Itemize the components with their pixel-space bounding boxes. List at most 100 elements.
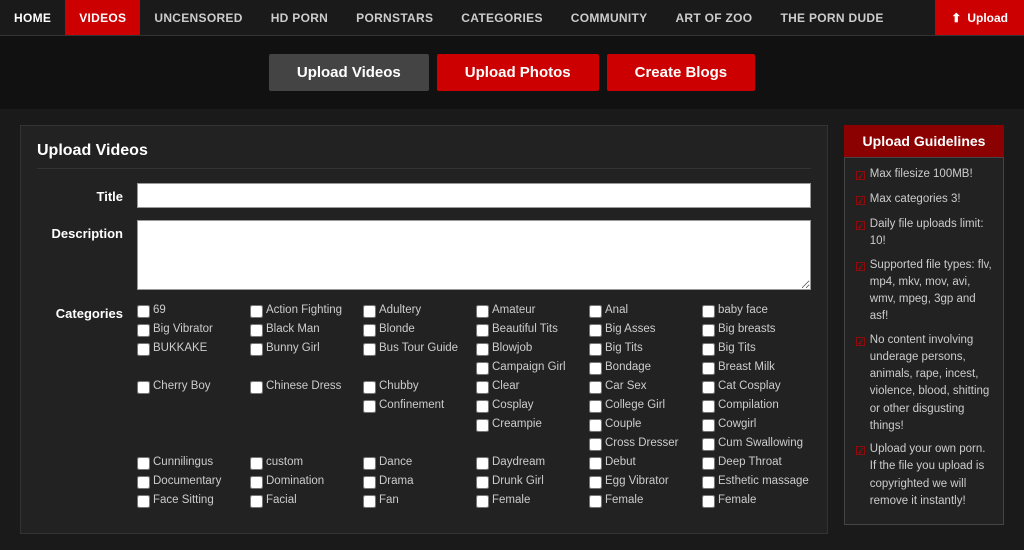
category-checkbox[interactable] <box>589 419 602 432</box>
category-checkbox[interactable] <box>589 381 602 394</box>
category-checkbox[interactable] <box>476 495 489 508</box>
guideline-text: Supported file types: flv, mp4, mkv, mov… <box>870 257 993 326</box>
category-checkbox[interactable] <box>137 457 150 470</box>
category-checkbox[interactable] <box>137 324 150 337</box>
category-item: Cosplay <box>476 397 585 414</box>
category-item: Facial <box>250 492 359 509</box>
category-label: Dance <box>379 455 412 470</box>
category-checkbox[interactable] <box>476 476 489 489</box>
category-checkbox[interactable] <box>702 324 715 337</box>
category-checkbox[interactable] <box>250 476 263 489</box>
title-input[interactable] <box>137 183 811 208</box>
tab-upload-photos[interactable]: Upload Photos <box>437 54 599 91</box>
category-checkbox[interactable] <box>137 476 150 489</box>
category-checkbox[interactable] <box>476 400 489 413</box>
category-checkbox[interactable] <box>589 343 602 356</box>
category-checkbox[interactable] <box>702 400 715 413</box>
category-checkbox[interactable] <box>589 400 602 413</box>
category-label: Amateur <box>492 303 535 318</box>
category-checkbox[interactable] <box>702 381 715 394</box>
category-label: Face Sitting <box>153 493 214 508</box>
category-checkbox[interactable] <box>363 457 376 470</box>
nav-home[interactable]: HOME <box>0 0 65 35</box>
category-checkbox[interactable] <box>702 476 715 489</box>
category-checkbox[interactable] <box>589 305 602 318</box>
category-checkbox[interactable] <box>589 457 602 470</box>
category-item: Beautiful Tits <box>476 321 585 338</box>
category-checkbox[interactable] <box>250 381 263 394</box>
category-checkbox[interactable] <box>363 381 376 394</box>
category-checkbox[interactable] <box>476 362 489 375</box>
category-item <box>250 416 359 433</box>
category-checkbox[interactable] <box>363 476 376 489</box>
category-checkbox[interactable] <box>137 495 150 508</box>
category-checkbox[interactable] <box>589 362 602 375</box>
nav-pornstars[interactable]: PORNSTARS <box>342 0 447 35</box>
category-checkbox[interactable] <box>702 362 715 375</box>
category-checkbox[interactable] <box>363 343 376 356</box>
category-item: Female <box>589 492 698 509</box>
category-checkbox[interactable] <box>702 419 715 432</box>
nav-videos[interactable]: VIDEOS <box>65 0 140 35</box>
category-checkbox[interactable] <box>702 305 715 318</box>
category-checkbox[interactable] <box>250 495 263 508</box>
category-label: Anal <box>605 303 628 318</box>
category-checkbox[interactable] <box>589 476 602 489</box>
nav-hdporn[interactable]: HD PORN <box>257 0 342 35</box>
category-label: Drunk Girl <box>492 474 544 489</box>
category-checkbox[interactable] <box>250 305 263 318</box>
category-item: Creampie <box>476 416 585 433</box>
category-checkbox[interactable] <box>363 495 376 508</box>
tab-create-blogs[interactable]: Create Blogs <box>607 54 756 91</box>
category-label: Clear <box>492 379 519 394</box>
category-checkbox[interactable] <box>476 381 489 394</box>
category-checkbox[interactable] <box>476 457 489 470</box>
category-checkbox[interactable] <box>476 305 489 318</box>
category-checkbox[interactable] <box>363 305 376 318</box>
category-label: Cherry Boy <box>153 379 211 394</box>
category-checkbox[interactable] <box>137 343 150 356</box>
category-checkbox[interactable] <box>702 457 715 470</box>
nav-theporndude[interactable]: THE PORN DUDE <box>766 0 897 35</box>
category-checkbox[interactable] <box>476 419 489 432</box>
nav-uncensored[interactable]: UNCENSORED <box>140 0 256 35</box>
nav-categories[interactable]: CATEGORIES <box>447 0 556 35</box>
category-checkbox[interactable] <box>702 343 715 356</box>
category-checkbox[interactable] <box>589 438 602 451</box>
category-label: Fan <box>379 493 399 508</box>
category-item: Clear <box>476 378 585 395</box>
guidelines-body: ☑Max filesize 100MB!☑Max categories 3!☑D… <box>844 157 1004 525</box>
category-item: Bondage <box>589 359 698 376</box>
upload-button[interactable]: ⬆ Upload <box>935 0 1024 35</box>
category-checkbox[interactable] <box>476 324 489 337</box>
category-checkbox[interactable] <box>702 495 715 508</box>
tab-upload-videos[interactable]: Upload Videos <box>269 54 429 91</box>
category-label: Compilation <box>718 398 779 413</box>
category-checkbox[interactable] <box>250 324 263 337</box>
category-checkbox[interactable] <box>137 305 150 318</box>
category-checkbox[interactable] <box>250 343 263 356</box>
category-item: BUKKAKE <box>137 340 246 357</box>
category-label: Breast Milk <box>718 360 775 375</box>
category-checkbox[interactable] <box>702 438 715 451</box>
category-checkbox[interactable] <box>363 324 376 337</box>
description-input[interactable] <box>137 220 811 290</box>
category-checkbox[interactable] <box>250 457 263 470</box>
nav-community[interactable]: COMMUNITY <box>557 0 662 35</box>
category-item: Blonde <box>363 321 472 338</box>
category-label: Beautiful Tits <box>492 322 558 337</box>
category-item <box>137 435 246 452</box>
category-item: Cross Dresser <box>589 435 698 452</box>
category-checkbox[interactable] <box>363 400 376 413</box>
category-item: Black Man <box>250 321 359 338</box>
check-icon: ☑ <box>855 192 866 210</box>
category-checkbox[interactable] <box>137 381 150 394</box>
category-checkbox[interactable] <box>476 343 489 356</box>
category-label: Female <box>492 493 530 508</box>
nav-artofzoo[interactable]: ART OF ZOO <box>661 0 766 35</box>
category-checkbox[interactable] <box>589 495 602 508</box>
category-checkbox[interactable] <box>589 324 602 337</box>
category-label: Confinement <box>379 398 444 413</box>
guidelines-header: Upload Guidelines <box>844 125 1004 157</box>
category-item <box>137 359 246 376</box>
